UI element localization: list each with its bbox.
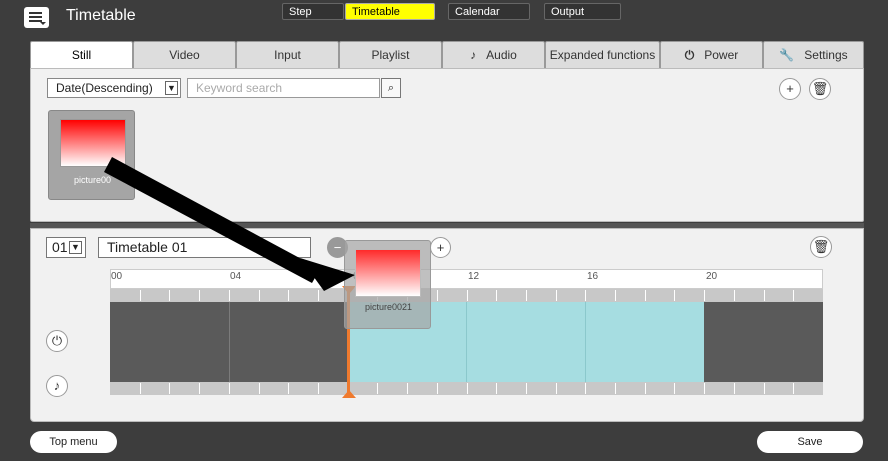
save-button[interactable]: Save [757,431,863,453]
top-menu-button[interactable]: Top menu [30,431,117,453]
drag-arrow [104,157,355,291]
